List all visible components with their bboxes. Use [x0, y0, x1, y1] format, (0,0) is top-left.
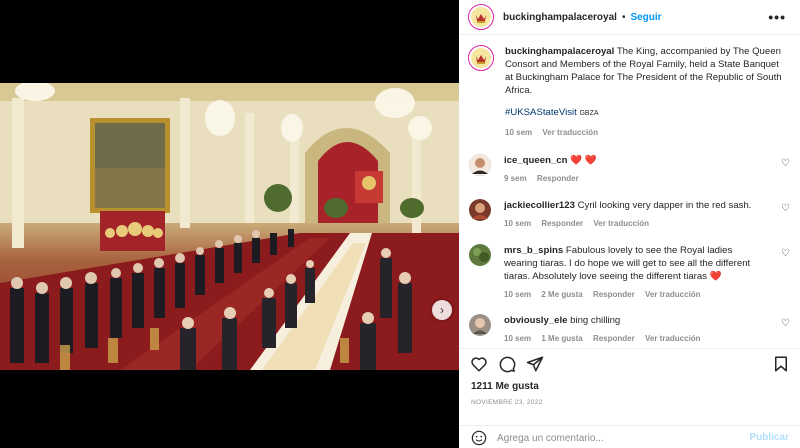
comment-username[interactable]: mrs_b_spins: [504, 245, 563, 256]
caption-translate-link[interactable]: Ver traducción: [542, 128, 598, 137]
post-header: buckinghampalaceroyal • Seguir •••: [459, 0, 800, 35]
reply-button[interactable]: Responder: [537, 174, 579, 183]
location-tag: GBZA: [579, 110, 599, 117]
like-comment-icon[interactable]: ♡: [781, 318, 790, 329]
avatar[interactable]: [468, 4, 494, 30]
like-comment-icon[interactable]: ♡: [781, 203, 790, 214]
avatar[interactable]: [469, 199, 491, 221]
likes-count[interactable]: 1211 Me gusta: [471, 381, 539, 392]
caption-text-block: buckinghampalaceroyal The King, accompan…: [505, 45, 787, 139]
royal-crest-icon: [471, 48, 491, 68]
post-username[interactable]: buckinghampalaceroyal: [503, 12, 617, 23]
comment-body: ice_queen_cn ❤️ ❤️ 9 sem Responder: [504, 154, 766, 185]
caption-avatar[interactable]: [468, 45, 494, 71]
save-bookmark-icon[interactable]: [772, 355, 790, 373]
comment-input[interactable]: [497, 430, 737, 446]
avatar[interactable]: [469, 314, 491, 336]
next-photo-button[interactable]: ›: [432, 300, 452, 320]
comment-username[interactable]: jackiecollier123: [504, 200, 575, 211]
hashtag-link[interactable]: #UKSAStateVisit: [505, 107, 577, 118]
avatar[interactable]: [469, 244, 491, 266]
post-actions: [459, 348, 800, 378]
comment-time: 10 sem: [504, 334, 532, 343]
royal-crest-icon: [471, 7, 491, 27]
photo-pane: ›: [0, 0, 459, 448]
more-options-icon[interactable]: •••: [768, 9, 786, 25]
post-date: NOVIEMBRE 23, 2022: [471, 399, 543, 406]
like-comment-icon[interactable]: ♡: [781, 158, 790, 169]
comment-username[interactable]: ice_queen_cn: [504, 155, 567, 166]
reply-button[interactable]: Responder: [593, 290, 635, 299]
comment-hearts: ❤️ ❤️: [570, 155, 597, 166]
separator-dot: •: [621, 11, 626, 23]
comment-bubble-icon[interactable]: [498, 355, 516, 373]
comment-time: 10 sem: [504, 290, 532, 299]
comment-likes[interactable]: 1 Me gusta: [541, 334, 582, 343]
publish-button[interactable]: Publicar: [750, 432, 789, 443]
caption-meta: 10 sem Ver traducción: [505, 126, 787, 139]
reply-button[interactable]: Responder: [593, 334, 635, 343]
like-comment-icon[interactable]: ♡: [781, 248, 790, 259]
comment-body: jackiecollier123 Cyril looking very dapp…: [504, 199, 766, 230]
comments-list[interactable]: buckinghampalaceroyal The King, accompan…: [459, 35, 800, 348]
comment-username[interactable]: obviously_ele: [504, 315, 567, 326]
translate-link[interactable]: Ver traducción: [645, 334, 701, 343]
comment-body: obviously_ele bing chilling 10 sem 1 Me …: [504, 314, 766, 345]
caption-username[interactable]: buckinghampalaceroyal: [505, 46, 614, 57]
comment-body: mrs_b_spins Fabulous lovely to see the R…: [504, 244, 766, 301]
reply-button[interactable]: Responder: [541, 219, 583, 228]
translate-link[interactable]: Ver traducción: [645, 290, 701, 299]
post-image[interactable]: ›: [0, 83, 459, 370]
share-send-icon[interactable]: [526, 355, 544, 373]
post-side-panel: buckinghampalaceroyal • Seguir ••• bucki…: [459, 0, 800, 448]
follow-button[interactable]: Seguir: [630, 12, 661, 23]
comment-time: 9 sem: [504, 174, 527, 183]
emoji-icon[interactable]: [471, 430, 487, 446]
state-banquet-illustration: [0, 83, 459, 370]
add-comment-bar: Publicar: [459, 425, 800, 448]
caption-time: 10 sem: [505, 128, 533, 137]
comment-text: bing chilling: [570, 315, 621, 326]
like-heart-icon[interactable]: [470, 355, 488, 373]
comment-likes[interactable]: 2 Me gusta: [541, 290, 582, 299]
translate-link[interactable]: Ver traducción: [593, 219, 649, 228]
comment-text: Cyril looking very dapper in the red sas…: [577, 200, 752, 211]
avatar[interactable]: [469, 154, 491, 176]
comment-time: 10 sem: [504, 219, 532, 228]
comment-hearts: ❤️: [709, 271, 722, 282]
